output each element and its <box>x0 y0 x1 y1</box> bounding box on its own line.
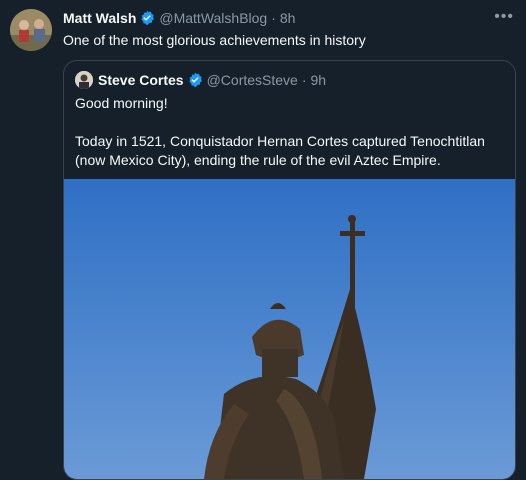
quoted-header: Steve Cortes @CortesSteve · 9h <box>75 71 326 89</box>
tweet-text: One of the most glorious achievements in… <box>63 32 366 48</box>
tweet[interactable]: Matt Walsh @MattWalshBlog · 8h ••• One o… <box>0 0 526 480</box>
separator-dot: · <box>301 72 307 88</box>
quoted-time[interactable]: 9h <box>311 72 327 88</box>
verified-badge-icon <box>187 72 203 88</box>
more-icon[interactable]: ••• <box>494 8 514 26</box>
quoted-author-name[interactable]: Steve Cortes <box>98 72 184 88</box>
author-handle[interactable]: @MattWalshBlog <box>159 10 267 26</box>
quoted-author-handle[interactable]: @CortesSteve <box>207 72 298 88</box>
author-name[interactable]: Matt Walsh <box>63 10 136 26</box>
separator-dot: · <box>271 10 276 26</box>
quoted-paragraph: Good morning! <box>75 95 168 111</box>
quoted-author-avatar[interactable] <box>75 71 93 89</box>
author-avatar[interactable] <box>10 9 52 51</box>
statue-photo[interactable] <box>64 179 515 479</box>
tweet-header: Matt Walsh @MattWalshBlog · 8h <box>63 10 295 26</box>
tweet-time[interactable]: 8h <box>280 10 296 26</box>
quoted-tweet[interactable]: Steve Cortes @CortesSteve · 9h Good morn… <box>63 60 516 480</box>
quoted-paragraph: Today in 1521, Conquistador Hernan Corte… <box>75 133 485 168</box>
quoted-text: Good morning! Today in 1521, Conquistado… <box>75 94 505 170</box>
verified-badge-icon <box>139 10 155 26</box>
